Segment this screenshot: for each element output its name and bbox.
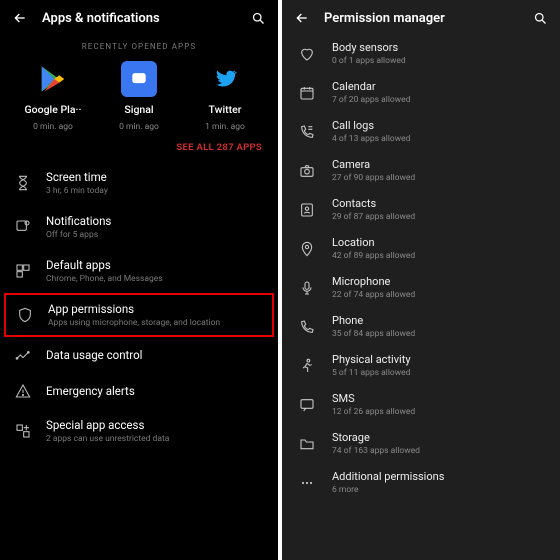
recent-app-name: Signal (124, 103, 153, 116)
recent-app-name: Google Pla·· (25, 103, 82, 116)
phone-icon (298, 318, 316, 336)
more-icon (298, 474, 316, 492)
folder-icon (298, 435, 316, 453)
perm-label: Body sensors (332, 41, 544, 54)
perm-contacts[interactable]: Contacts 29 of 87 apps allowed (282, 190, 560, 229)
perm-label: Microphone (332, 275, 544, 288)
sms-icon (298, 396, 316, 414)
camera-icon (298, 162, 316, 180)
perm-phone[interactable]: Phone 35 of 84 apps allowed (282, 307, 560, 346)
screen-title: Apps & notifications (42, 11, 237, 26)
alert-icon (14, 382, 32, 400)
topbar-right: Permission manager (282, 0, 560, 34)
screen-title: Permission manager (324, 11, 519, 26)
perm-physical-activity[interactable]: Physical activity 5 of 11 apps allowed (282, 346, 560, 385)
contacts-icon (298, 201, 316, 219)
location-icon (298, 240, 316, 258)
recently-opened-label: RECENTLY OPENED APPS (0, 42, 278, 51)
recent-app-name: Twitter (209, 103, 242, 116)
perm-camera[interactable]: Camera 27 of 90 apps allowed (282, 151, 560, 190)
data-usage-icon (14, 346, 32, 364)
row-screen-time[interactable]: Screen time 3 hr, 6 min today (0, 161, 278, 205)
recent-app-signal[interactable]: Signal 0 min. ago (99, 61, 179, 132)
perm-sub: 22 of 74 apps allowed (332, 290, 544, 300)
row-notifications[interactable]: Notifications Off for 5 apps (0, 205, 278, 249)
row-default-apps[interactable]: Default apps Chrome, Phone, and Messages (0, 249, 278, 293)
row-label: Data usage control (46, 348, 264, 362)
recent-app-twitter[interactable]: Twitter 1 min. ago (185, 61, 265, 132)
perm-additional[interactable]: Additional permissions 6 more (282, 463, 560, 502)
perm-sub: 35 of 84 apps allowed (332, 329, 544, 339)
perm-sub: 5 of 11 apps allowed (332, 368, 544, 378)
hourglass-icon (14, 174, 32, 192)
perm-location[interactable]: Location 42 of 89 apps allowed (282, 229, 560, 268)
perm-label: Call logs (332, 119, 544, 132)
perm-sub: 7 of 20 apps allowed (332, 95, 544, 105)
perm-body-sensors[interactable]: Body sensors 0 of 1 apps allowed (282, 34, 560, 73)
recent-apps-row: Google Pla·· 0 min. ago Signal 0 min. ag… (0, 61, 278, 132)
apps-icon (14, 262, 32, 280)
row-label: Screen time (46, 170, 264, 184)
row-label: Special app access (46, 418, 264, 432)
row-emergency-alerts[interactable]: Emergency alerts (0, 373, 278, 409)
row-sub: 3 hr, 6 min today (46, 186, 264, 196)
perm-sub: 74 of 163 apps allowed (332, 446, 544, 456)
perm-calendar[interactable]: Calendar 7 of 20 apps allowed (282, 73, 560, 112)
perm-storage[interactable]: Storage 74 of 163 apps allowed (282, 424, 560, 463)
back-arrow-icon[interactable] (294, 10, 310, 26)
activity-icon (298, 357, 316, 375)
row-sub: 2 apps can use unrestricted data (46, 434, 264, 444)
row-app-permissions[interactable]: App permissions Apps using microphone, s… (4, 293, 274, 337)
perm-sms[interactable]: SMS 12 of 26 apps allowed (282, 385, 560, 424)
perm-label: Contacts (332, 197, 544, 210)
perm-microphone[interactable]: Microphone 22 of 74 apps allowed (282, 268, 560, 307)
heart-icon (298, 45, 316, 63)
perm-sub: 12 of 26 apps allowed (332, 407, 544, 417)
perm-label: Additional permissions (332, 470, 544, 483)
recent-app-sub: 0 min. ago (119, 122, 159, 132)
apps-notifications-screen: Apps & notifications RECENTLY OPENED APP… (0, 0, 278, 560)
row-special-access[interactable]: Special app access 2 apps can use unrest… (0, 409, 278, 453)
row-sub: Off for 5 apps (46, 230, 264, 240)
perm-sub: 29 of 87 apps allowed (332, 212, 544, 222)
shield-icon (16, 306, 34, 324)
row-label: App permissions (48, 302, 262, 316)
back-arrow-icon[interactable] (12, 10, 28, 26)
topbar-left: Apps & notifications (0, 0, 278, 34)
search-icon[interactable] (533, 11, 548, 26)
perm-label: Physical activity (332, 353, 544, 366)
perm-sub: 42 of 89 apps allowed (332, 251, 544, 261)
twitter-icon (207, 61, 243, 97)
row-data-usage[interactable]: Data usage control (0, 337, 278, 373)
perm-label: Storage (332, 431, 544, 444)
perm-label: Calendar (332, 80, 544, 93)
see-all-apps-link[interactable]: SEE ALL 287 APPS (0, 132, 278, 161)
perm-sub: 6 more (332, 485, 544, 495)
notification-icon (14, 218, 32, 236)
row-label: Notifications (46, 214, 264, 228)
perm-sub: 27 of 90 apps allowed (332, 173, 544, 183)
perm-label: Location (332, 236, 544, 249)
signal-icon (121, 61, 157, 97)
perm-label: Phone (332, 314, 544, 327)
microphone-icon (298, 279, 316, 297)
row-sub: Apps using microphone, storage, and loca… (48, 318, 262, 328)
perm-call-logs[interactable]: Call logs 4 of 13 apps allowed (282, 112, 560, 151)
calendar-icon (298, 84, 316, 102)
recent-app-sub: 1 min. ago (205, 122, 245, 132)
row-label: Default apps (46, 258, 264, 272)
special-access-icon (14, 422, 32, 440)
search-icon[interactable] (251, 11, 266, 26)
perm-label: SMS (332, 392, 544, 405)
permission-manager-screen: Permission manager Body sensors 0 of 1 ap… (282, 0, 560, 560)
recent-app-sub: 0 min. ago (33, 122, 73, 132)
google-play-icon (35, 61, 71, 97)
perm-label: Camera (332, 158, 544, 171)
row-sub: Chrome, Phone, and Messages (46, 274, 264, 284)
row-label: Emergency alerts (46, 384, 264, 398)
perm-sub: 4 of 13 apps allowed (332, 134, 544, 144)
perm-sub: 0 of 1 apps allowed (332, 56, 544, 66)
recent-app-google-play[interactable]: Google Pla·· 0 min. ago (13, 61, 93, 132)
call-log-icon (298, 123, 316, 141)
